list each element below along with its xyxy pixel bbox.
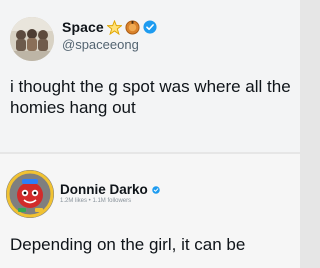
tweet-text: i thought the g spot was where all the h… xyxy=(10,77,291,117)
star-icon xyxy=(105,19,123,35)
user-handle[interactable]: @spaceeong xyxy=(62,37,139,52)
tweet-card-space[interactable]: Space @spaceeong i thought the g spot wa… xyxy=(0,0,300,152)
coin-icon xyxy=(125,19,140,35)
display-name[interactable]: Donnie Darko xyxy=(60,182,148,197)
verified-badge-icon xyxy=(143,20,157,34)
verified-badge-icon xyxy=(152,185,160,194)
account-stats: 1.2M likes • 1.1M followers xyxy=(60,198,132,204)
tweet-text: Depending on the girl, it can be xyxy=(10,235,246,254)
avatar[interactable] xyxy=(6,170,54,218)
avatar[interactable] xyxy=(10,17,54,61)
screenshot-frame: Space @spaceeong i thought the g spot wa… xyxy=(0,0,300,268)
author-name-row[interactable]: Space xyxy=(62,19,157,35)
avatar-image xyxy=(6,170,54,218)
author-name-row[interactable]: Donnie Darko xyxy=(60,182,160,197)
avatar-image xyxy=(10,17,54,61)
tweet-card-donnie-darko[interactable]: Donnie Darko 1.2M likes • 1.1M followers… xyxy=(0,154,300,268)
display-name[interactable]: Space xyxy=(62,19,104,35)
